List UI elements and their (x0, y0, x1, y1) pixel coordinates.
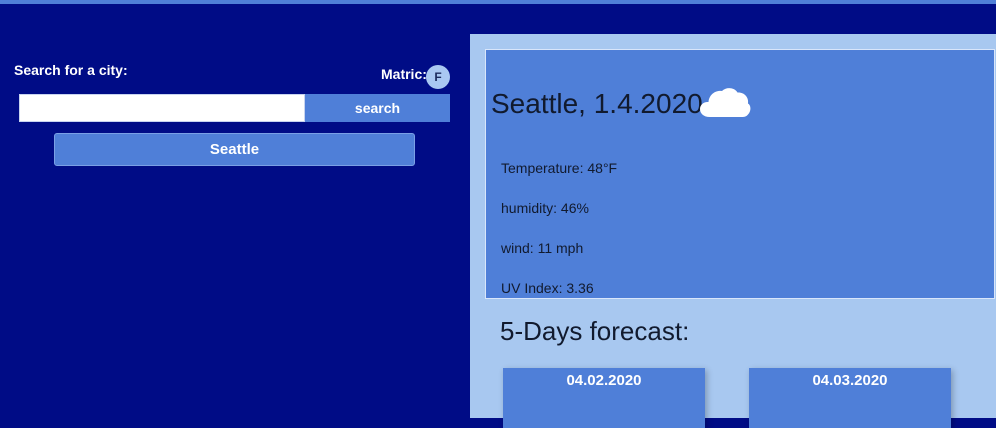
weather-panel: Seattle, 1.4.2020 Temperature: 48°F humi… (470, 34, 996, 428)
forecast-day-card: 04.02.2020 (503, 368, 705, 428)
search-panel: Search for a city: Matric: F search Seat… (0, 4, 470, 418)
city-search-input[interactable] (19, 94, 305, 122)
metric-unit-toggle[interactable]: F (426, 65, 450, 89)
forecast-day-card: 04.03.2020 (749, 368, 951, 428)
city-date-title: Seattle, 1.4.2020 (491, 88, 703, 119)
wind-text: wind: 11 mph (501, 240, 584, 256)
current-weather-card: Seattle, 1.4.2020 Temperature: 48°F humi… (485, 49, 995, 299)
forecast-date: 04.03.2020 (812, 372, 888, 389)
cloud-icon (700, 88, 751, 117)
search-label: Search for a city: (14, 62, 128, 78)
history-city-button[interactable]: Seattle (54, 133, 415, 166)
temperature-text: Temperature: 48°F (501, 160, 618, 176)
forecast-heading: 5-Days forecast: (500, 316, 690, 346)
search-button[interactable]: search (305, 94, 450, 122)
metric-label: Matric: (381, 66, 427, 82)
uv-index-text: UV Index: 3.36 (501, 280, 594, 296)
forecast-date: 04.02.2020 (566, 372, 642, 389)
humidity-text: humidity: 46% (501, 200, 589, 216)
